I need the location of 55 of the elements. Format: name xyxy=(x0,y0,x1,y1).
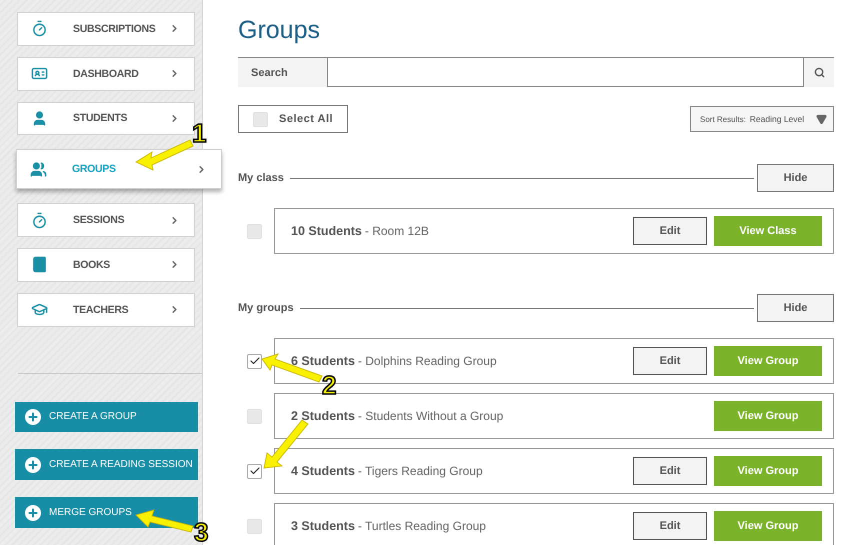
nav-item[interactable]: DASHBOARD xyxy=(17,56,195,91)
checkbox[interactable] xyxy=(247,354,262,368)
search-field[interactable] xyxy=(327,57,804,87)
group-name: - Turtles Reading Group xyxy=(358,519,487,533)
nav-label: SUBSCRIPTIONS xyxy=(73,22,156,35)
search-icon xyxy=(814,67,824,78)
plus-icon xyxy=(25,408,41,425)
search-button[interactable] xyxy=(804,57,834,87)
nav-label: BOOKS xyxy=(73,258,110,271)
action-button[interactable]: CREATE A GROUP xyxy=(15,402,198,432)
nav-item[interactable]: BOOKS xyxy=(17,248,195,282)
nav-label: STUDENTS xyxy=(73,112,128,124)
check-icon xyxy=(248,465,260,477)
nav-item[interactable]: SESSIONS xyxy=(17,203,195,237)
nav-item[interactable]: TEACHERS xyxy=(17,292,195,327)
callout-arrow xyxy=(264,420,308,468)
callout-number: 2 xyxy=(322,372,336,398)
page-title: Groups xyxy=(238,15,321,46)
callout-arrow xyxy=(136,140,194,170)
student-count: 2 Students xyxy=(291,409,355,423)
nav-item[interactable]: STUDENTS xyxy=(17,102,195,136)
group-name: - Students Without a Group xyxy=(358,409,504,423)
section-title: My groups xyxy=(238,302,294,314)
sort-label: Sort Results: xyxy=(700,114,746,124)
caret-icon xyxy=(816,114,827,124)
select-all-button[interactable]: Select All xyxy=(238,105,348,133)
nav-label: GROUPS xyxy=(72,163,116,176)
student-count: 4 Students xyxy=(291,464,355,478)
plus-icon xyxy=(25,504,41,521)
student-count: 10 Students xyxy=(291,224,362,238)
hide-button[interactable]: Hide xyxy=(757,294,834,322)
group-name: - Tigers Reading Group xyxy=(358,464,484,478)
check-icon xyxy=(248,355,260,367)
checkbox[interactable] xyxy=(247,464,262,478)
nav-item[interactable]: SUBSCRIPTIONS xyxy=(17,12,195,46)
student-count: 6 Students xyxy=(291,354,355,368)
nav-label: TEACHERS xyxy=(73,304,128,316)
student-count: 3 Students xyxy=(291,519,355,533)
callout-number: 1 xyxy=(192,120,206,146)
search-label: Search xyxy=(238,57,327,87)
edit-button[interactable]: Edit xyxy=(633,347,707,375)
group-name: - Dolphins Reading Group xyxy=(358,354,498,368)
nav-label: SESSIONS xyxy=(73,214,124,226)
hide-button[interactable]: Hide xyxy=(757,164,834,192)
callout-arrow xyxy=(136,508,194,532)
group-name: - Room 12B xyxy=(364,224,430,238)
plus-icon xyxy=(25,456,41,473)
sort-dropdown[interactable]: Sort Results: Reading Level xyxy=(690,106,834,132)
nav-label: DASHBOARD xyxy=(73,68,139,80)
action-button[interactable]: CREATE A READING SESSION xyxy=(15,449,198,480)
edit-button[interactable]: Edit xyxy=(633,217,707,245)
section-title: My class xyxy=(238,172,284,184)
edit-button[interactable]: Edit xyxy=(633,512,707,540)
sort-value: Reading Level xyxy=(750,114,806,124)
edit-button[interactable]: Edit xyxy=(633,457,707,485)
